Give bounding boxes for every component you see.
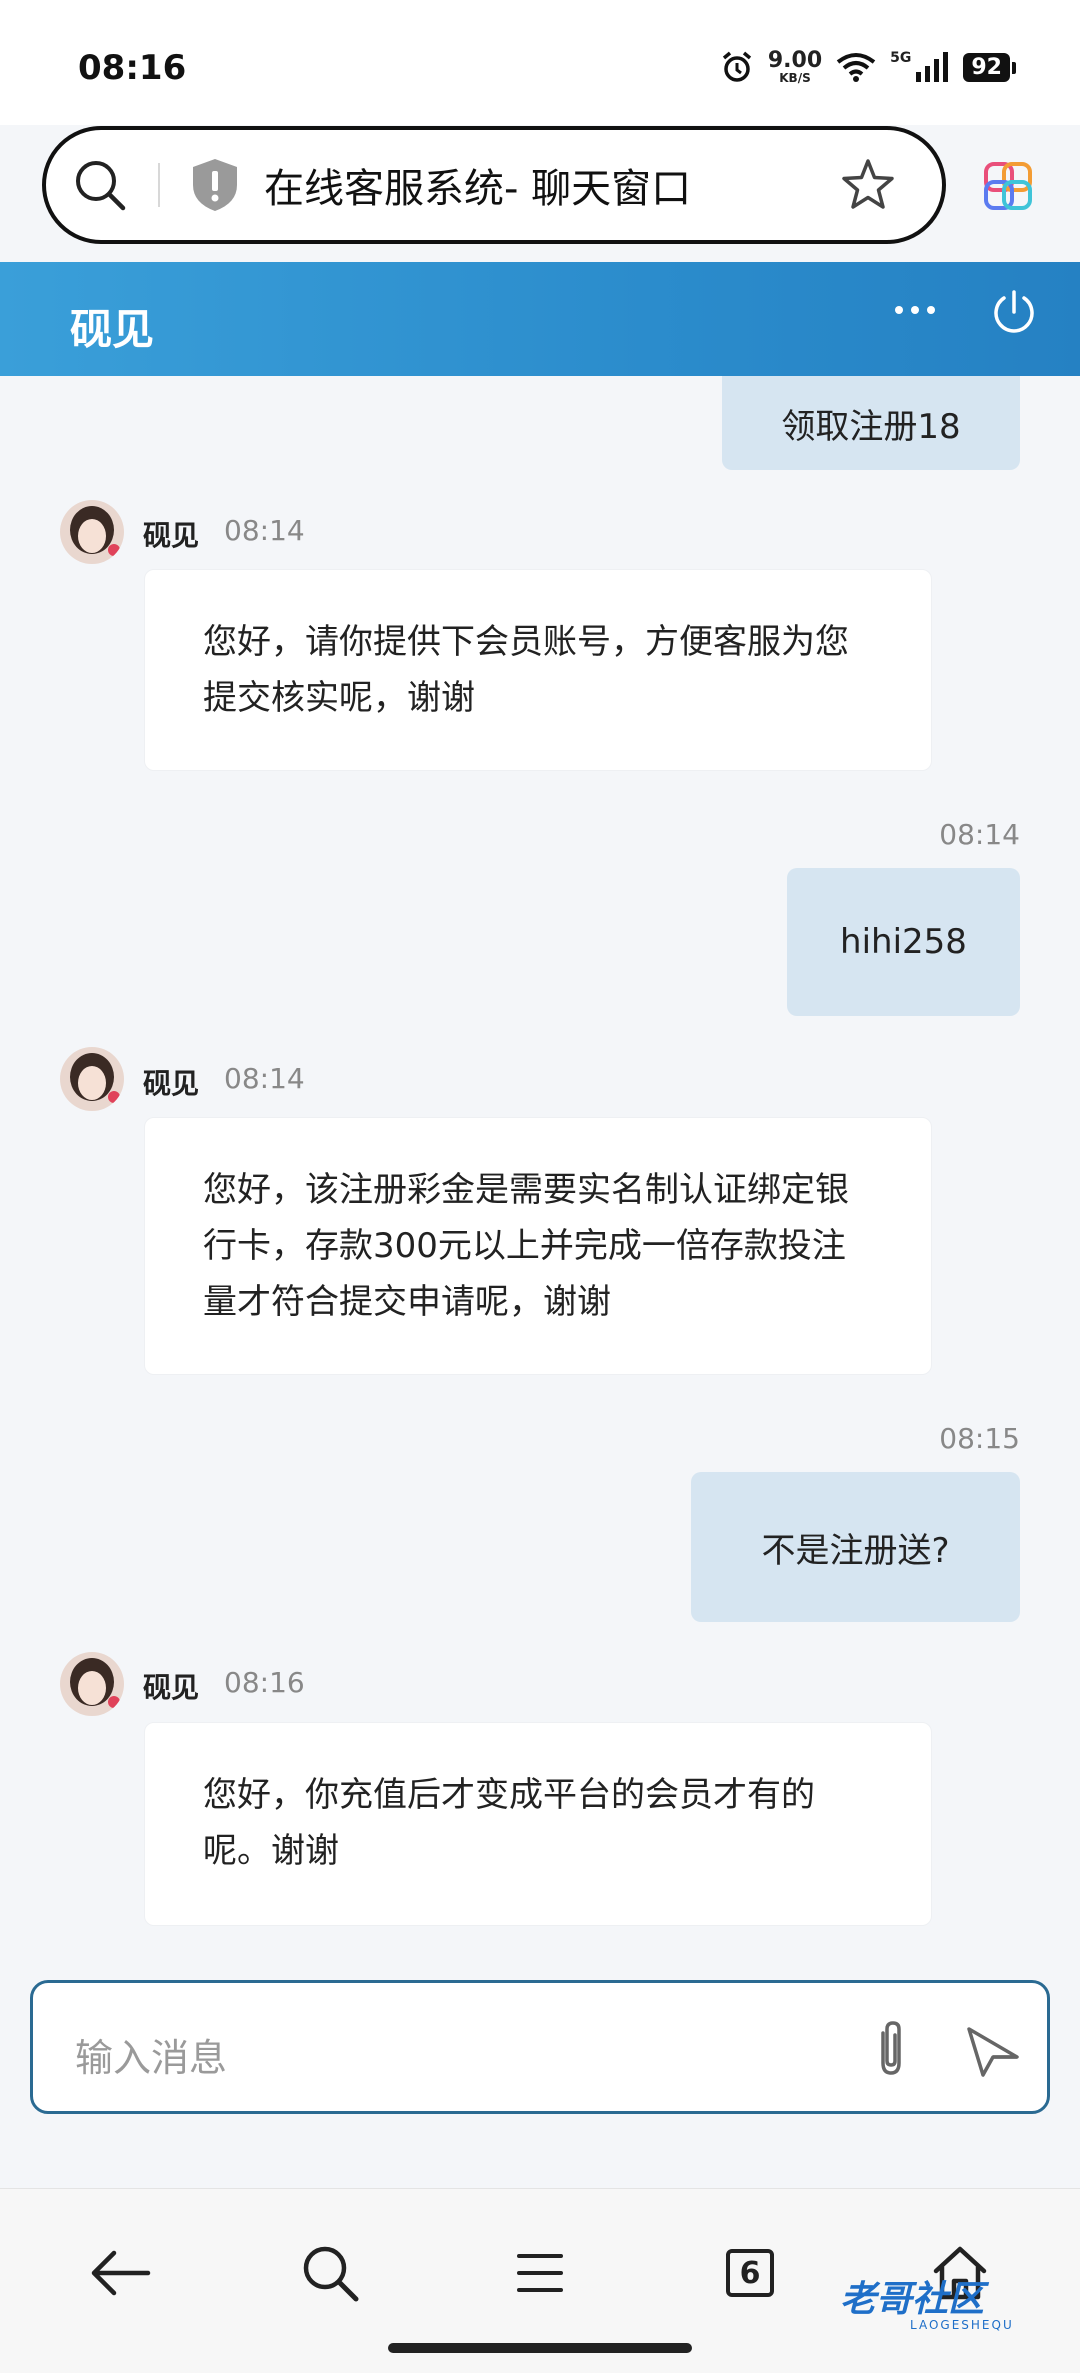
message-line: 呢。谢谢 <box>203 1831 339 1871</box>
extension-icon[interactable] <box>980 158 1036 214</box>
chat-title: 砚见 <box>70 305 155 354</box>
message-line: 行卡，存款300元以上并完成一倍存款投注 <box>203 1226 846 1266</box>
home-indicator[interactable] <box>388 2343 692 2353</box>
message-input[interactable]: 输入消息 <box>30 1980 1050 2114</box>
signal-icon <box>916 52 949 82</box>
message-time: 08:15 <box>939 1422 1020 1455</box>
search-icon[interactable] <box>72 157 128 213</box>
agent-message: 您好，请你提供下会员账号，方便客服为您 提交核实呢，谢谢 <box>144 569 932 771</box>
net-speed-unit: KB/S <box>779 71 811 85</box>
back-button[interactable] <box>80 2233 160 2313</box>
attach-icon[interactable] <box>863 2019 919 2079</box>
battery-level: 92 <box>963 52 1016 82</box>
alarm-icon <box>722 51 751 82</box>
status-time: 08:16 <box>78 48 187 88</box>
power-icon[interactable] <box>990 288 1038 336</box>
status-bar: 08:16 9.00 KB/S 5G 92 <box>0 0 1080 125</box>
wifi-icon <box>836 53 876 82</box>
message-line: 您好，你充值后才变成平台的会员才有的 <box>203 1775 815 1815</box>
menu-icon[interactable] <box>515 2248 565 2298</box>
send-icon[interactable] <box>963 2023 1023 2079</box>
address-divider <box>158 163 160 207</box>
message-time: 08:14 <box>224 514 305 547</box>
message-line: 提交核实呢，谢谢 <box>203 678 475 718</box>
star-icon[interactable] <box>840 157 896 213</box>
agent-message: 您好，该注册彩金是需要实名制认证绑定银 行卡，存款300元以上并完成一倍存款投注… <box>144 1117 932 1375</box>
tab-count[interactable]: 6 <box>726 2249 774 2297</box>
message-time: 08:14 <box>939 818 1020 851</box>
message-time: 08:14 <box>224 1062 305 1095</box>
net-speed-value: 9.00 <box>767 48 823 73</box>
agent-message: 您好，你充值后才变成平台的会员才有的 呢。谢谢 <box>144 1722 932 1926</box>
more-icon[interactable] <box>890 290 940 330</box>
shield-icon[interactable] <box>190 157 240 213</box>
user-message-text: hihi258 <box>840 922 967 962</box>
tabs-button[interactable]: 6 <box>710 2233 790 2313</box>
avatar <box>60 1652 124 1716</box>
back-icon[interactable] <box>88 2248 152 2298</box>
avatar <box>60 1047 124 1111</box>
message-list[interactable]: 领取注册18 砚见 08:14 您好，请你提供下会员账号，方便客服为您 提交核实… <box>0 376 1080 1966</box>
status-icons: 9.00 KB/S 5G 92 <box>720 48 1016 85</box>
page-title[interactable]: 在线客服系统- 聊天窗口 <box>264 156 840 214</box>
user-message-text: 领取注册18 <box>781 406 961 447</box>
message-line: 您好，该注册彩金是需要实名制认证绑定银 <box>203 1170 849 1210</box>
watermark: 老哥社区 <box>840 2279 985 2320</box>
network-type: 5G <box>890 50 912 66</box>
user-message: 不是注册送? <box>691 1472 1020 1622</box>
watermark-subtitle: LAOGESHEQU <box>910 2318 1014 2332</box>
user-message-text: 不是注册送? <box>761 1530 950 1571</box>
search-button[interactable] <box>290 2233 370 2313</box>
message-time: 08:16 <box>224 1666 305 1699</box>
agent-name: 砚见 <box>143 1671 200 1704</box>
search-icon[interactable] <box>300 2243 360 2303</box>
message-input-placeholder[interactable]: 输入消息 <box>75 2027 227 2082</box>
menu-button[interactable] <box>500 2233 580 2313</box>
user-message: 领取注册18 <box>722 376 1020 470</box>
message-line: 量才符合提交申请呢，谢谢 <box>203 1282 611 1322</box>
net-speed: 9.00 KB/S <box>767 48 823 85</box>
agent-name: 砚见 <box>143 1067 200 1100</box>
address-bar[interactable]: 在线客服系统- 聊天窗口 <box>42 126 946 244</box>
agent-name: 砚见 <box>143 519 200 552</box>
message-line: 您好，请你提供下会员账号，方便客服为您 <box>203 622 849 662</box>
avatar <box>60 500 124 564</box>
user-message: hihi258 <box>787 868 1020 1016</box>
